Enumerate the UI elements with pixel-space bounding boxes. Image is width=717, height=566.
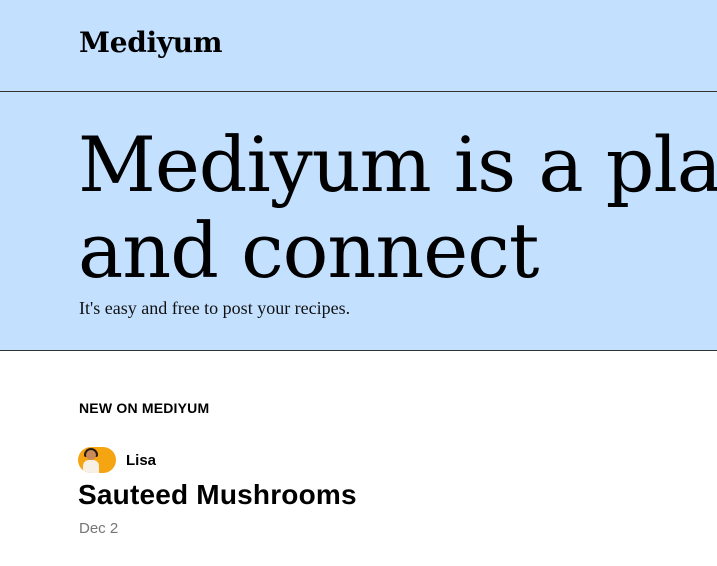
hero-subtitle: It's easy and free to post your recipes. xyxy=(79,298,351,318)
avatar xyxy=(78,447,116,473)
post-author[interactable]: Lisa xyxy=(78,447,156,473)
hero-banner: Mediyum is a pla and connect It's easy a… xyxy=(0,92,717,351)
top-navbar: Mediyum xyxy=(0,0,717,92)
section-heading: NEW ON MEDIYUM xyxy=(79,400,210,416)
post-date: Dec 2 xyxy=(79,520,119,537)
post-title-link[interactable]: Sauteed Mushrooms xyxy=(78,479,357,511)
site-logo[interactable]: Mediyum xyxy=(79,26,222,59)
hero-title-line-2: and connect xyxy=(78,206,539,295)
hero-title-line-1: Mediyum is a pla xyxy=(78,120,717,209)
hero-title: Mediyum is a pla and connect xyxy=(78,122,717,294)
author-name: Lisa xyxy=(126,451,157,469)
